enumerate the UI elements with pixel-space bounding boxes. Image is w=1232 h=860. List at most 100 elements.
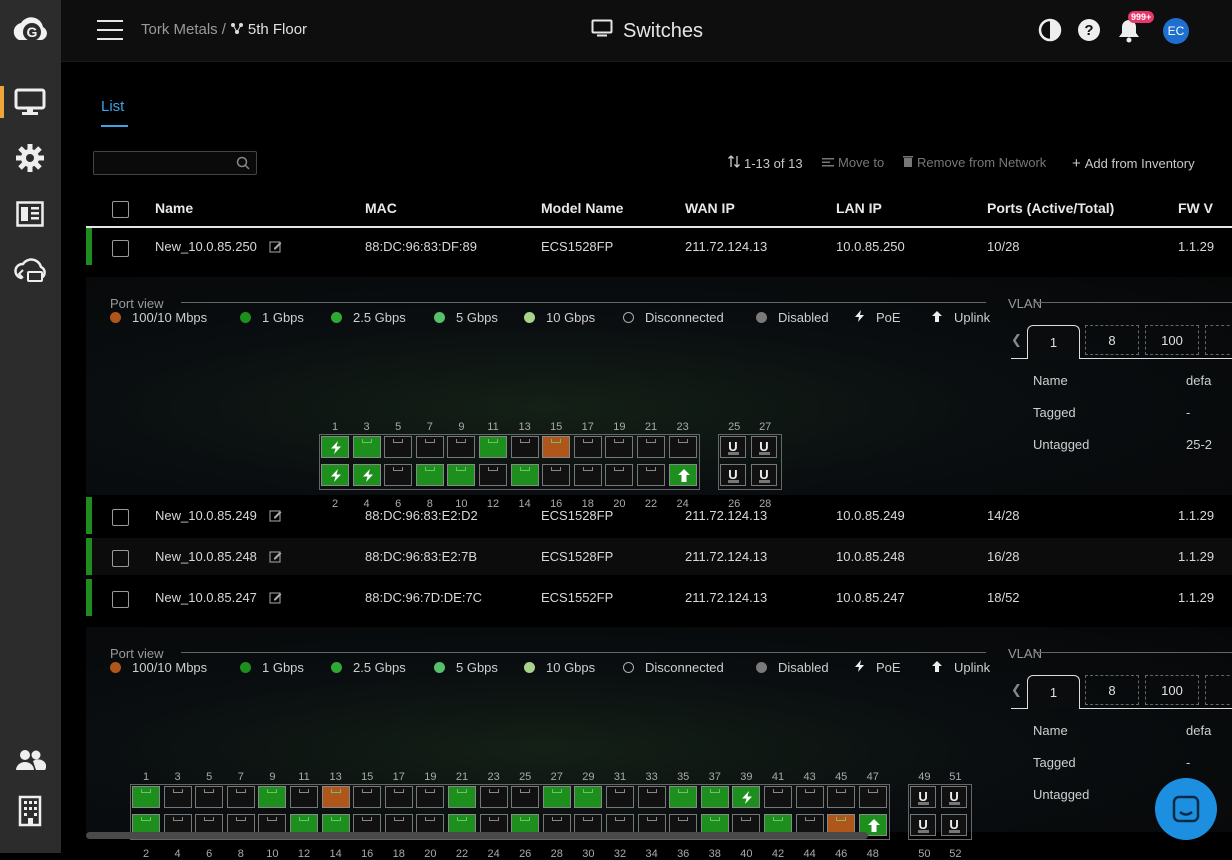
col-ports[interactable]: Ports (Active/Total) xyxy=(987,200,1114,216)
switch-port[interactable] xyxy=(700,786,729,808)
switch-port[interactable] xyxy=(384,464,413,486)
switch-port[interactable] xyxy=(669,786,698,808)
sfp-port[interactable]: U xyxy=(720,436,747,458)
select-all-checkbox[interactable] xyxy=(112,201,129,218)
row-checkbox[interactable] xyxy=(112,240,129,257)
remove-from-network-button[interactable]: Remove from Network xyxy=(903,155,1046,170)
add-from-inventory-button[interactable]: + Add from Inventory xyxy=(1072,155,1195,172)
switch-port[interactable] xyxy=(321,786,350,808)
vlan-tab[interactable]: 100 xyxy=(1145,675,1199,705)
col-mac[interactable]: MAC xyxy=(365,200,397,216)
breadcrumb-org[interactable]: Tork Metals xyxy=(141,21,218,38)
col-wan-ip[interactable]: WAN IP xyxy=(685,200,735,216)
row-checkbox[interactable] xyxy=(112,550,129,567)
sfp-port[interactable]: U xyxy=(720,464,747,486)
switch-port[interactable] xyxy=(510,464,539,486)
vlan-tab[interactable]: 1 xyxy=(1027,325,1080,358)
switch-port[interactable] xyxy=(321,464,349,486)
switch-port[interactable] xyxy=(637,436,665,458)
switch-port[interactable] xyxy=(668,464,697,486)
sfp-port[interactable]: U xyxy=(910,814,937,836)
switch-port[interactable] xyxy=(447,464,476,486)
switch-port[interactable] xyxy=(290,786,318,808)
chat-support-icon[interactable] xyxy=(1155,778,1217,840)
vlan-tab[interactable] xyxy=(1205,325,1232,355)
table-row[interactable]: New_10.0.85.250 88:DC:96:83:DF:89 ECS152… xyxy=(86,228,1232,265)
sfp-port[interactable]: U xyxy=(751,436,778,458)
theme-contrast-icon[interactable] xyxy=(1038,18,1064,44)
switch-port[interactable] xyxy=(479,464,507,486)
switch-name[interactable]: New_10.0.85.247 xyxy=(155,590,257,605)
switch-port[interactable] xyxy=(605,436,634,458)
move-to-button[interactable]: Move to xyxy=(822,155,884,170)
sfp-port[interactable]: U xyxy=(941,814,968,836)
switch-port[interactable] xyxy=(353,786,382,808)
edit-icon[interactable] xyxy=(269,591,282,607)
switch-port[interactable] xyxy=(795,786,824,808)
brand-logo-icon[interactable]: G xyxy=(9,10,51,52)
users-icon[interactable] xyxy=(13,743,47,777)
switch-port[interactable] xyxy=(195,786,224,808)
switch-port[interactable] xyxy=(605,464,634,486)
switch-port[interactable] xyxy=(448,786,476,808)
col-model[interactable]: Model Name xyxy=(541,200,623,216)
switch-port[interactable] xyxy=(352,436,381,458)
switch-port[interactable] xyxy=(479,436,507,458)
edit-icon[interactable] xyxy=(269,240,282,256)
col-fw[interactable]: FW V xyxy=(1178,200,1213,216)
switch-port[interactable] xyxy=(574,786,603,808)
switch-port[interactable] xyxy=(858,786,887,808)
switch-name[interactable]: New_10.0.85.248 xyxy=(155,549,257,564)
switch-port[interactable] xyxy=(479,786,508,808)
switch-port[interactable] xyxy=(827,786,856,808)
settings-gear-icon[interactable] xyxy=(13,141,47,175)
switch-port[interactable] xyxy=(258,786,287,808)
horizontal-scrollbar[interactable] xyxy=(86,832,868,839)
edit-icon[interactable] xyxy=(269,550,282,566)
monitor-icon[interactable] xyxy=(13,85,47,119)
sfp-port[interactable]: U xyxy=(910,786,937,808)
switch-port[interactable] xyxy=(573,436,602,458)
switch-port[interactable] xyxy=(132,786,160,808)
switch-port[interactable] xyxy=(668,436,697,458)
vlan-tab[interactable] xyxy=(1205,675,1232,705)
table-row[interactable]: New_10.0.85.247 88:DC:96:7D:DE:7C ECS155… xyxy=(86,579,1232,616)
menu-hamburger-icon[interactable] xyxy=(97,20,123,40)
switch-port[interactable] xyxy=(637,786,666,808)
switch-port[interactable] xyxy=(352,464,381,486)
row-checkbox[interactable] xyxy=(112,591,129,608)
vlan-tab[interactable]: 8 xyxy=(1085,675,1139,705)
switch-port[interactable] xyxy=(384,436,413,458)
switch-port[interactable] xyxy=(637,464,665,486)
sfp-port[interactable]: U xyxy=(941,786,968,808)
dashboard-panel-icon[interactable] xyxy=(13,197,47,231)
breadcrumb-site[interactable]: 5th Floor xyxy=(248,21,307,38)
col-name[interactable]: Name xyxy=(155,200,193,216)
switch-port[interactable] xyxy=(226,786,255,808)
pagination[interactable]: 1-13 of 13 xyxy=(728,155,803,171)
switch-port[interactable] xyxy=(542,464,571,486)
switch-port[interactable] xyxy=(764,786,792,808)
switch-port[interactable] xyxy=(384,786,413,808)
col-lan-ip[interactable]: LAN IP xyxy=(836,200,882,216)
vlan-tab[interactable]: 1 xyxy=(1027,675,1080,708)
row-checkbox[interactable] xyxy=(112,509,129,526)
table-row[interactable]: New_10.0.85.248 88:DC:96:83:E2:7B ECS152… xyxy=(86,538,1232,575)
switch-port[interactable] xyxy=(542,786,571,808)
switch-port[interactable] xyxy=(511,786,540,808)
building-icon[interactable] xyxy=(13,794,47,828)
tab-list[interactable]: List xyxy=(101,98,124,115)
chevron-left-icon[interactable]: ❮ xyxy=(1011,332,1022,348)
switch-port[interactable] xyxy=(606,786,634,808)
table-row[interactable]: New_10.0.85.249 88:DC:96:83:E2:D2 ECS152… xyxy=(86,497,1232,534)
switch-port[interactable] xyxy=(415,436,444,458)
edit-icon[interactable] xyxy=(269,509,282,525)
chevron-left-icon[interactable]: ❮ xyxy=(1011,682,1022,698)
cloud-sync-icon[interactable] xyxy=(13,253,47,287)
switch-port[interactable] xyxy=(416,786,445,808)
switch-port[interactable] xyxy=(447,436,476,458)
switch-port[interactable] xyxy=(542,436,571,458)
switch-port[interactable] xyxy=(415,464,444,486)
switch-port[interactable] xyxy=(510,436,539,458)
sfp-port[interactable]: U xyxy=(751,464,778,486)
